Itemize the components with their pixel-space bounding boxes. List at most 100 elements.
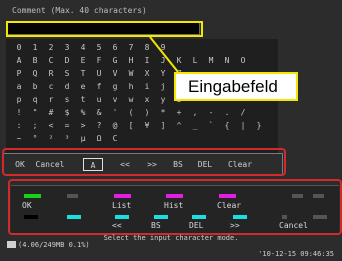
- char-key[interactable]: [187, 133, 203, 144]
- char-key[interactable]: R: [43, 68, 59, 79]
- char-key[interactable]: P: [11, 68, 27, 79]
- char-key[interactable]: I: [139, 55, 155, 66]
- char-key[interactable]: q: [27, 94, 43, 105]
- char-key[interactable]: (: [123, 107, 139, 118]
- char-key[interactable]: [219, 133, 235, 144]
- char-key[interactable]: %: [75, 107, 91, 118]
- char-key[interactable]: 5: [91, 42, 107, 53]
- char-key[interactable]: r: [43, 94, 59, 105]
- char-key[interactable]: >: [75, 120, 91, 131]
- char-key[interactable]: p: [11, 94, 27, 105]
- char-key[interactable]: 9: [155, 42, 171, 53]
- char-key[interactable]: D: [59, 55, 75, 66]
- char-key[interactable]: #: [43, 107, 59, 118]
- char-key[interactable]: ~: [11, 133, 27, 144]
- char-key[interactable]: Ω: [91, 133, 107, 144]
- char-key[interactable]: ?: [91, 120, 107, 131]
- char-key[interactable]: &: [91, 107, 107, 118]
- char-key[interactable]: [251, 107, 267, 118]
- char-key[interactable]: t: [75, 94, 91, 105]
- char-key[interactable]: _: [187, 120, 203, 131]
- char-key[interactable]: +: [171, 107, 187, 118]
- char-key[interactable]: N: [219, 55, 235, 66]
- char-key[interactable]: e: [75, 81, 91, 92]
- char-key[interactable]: J: [155, 55, 171, 66]
- char-key[interactable]: i: [139, 81, 155, 92]
- char-key[interactable]: ": [27, 107, 43, 118]
- char-key[interactable]: j: [155, 81, 171, 92]
- char-key[interactable]: ]: [155, 120, 171, 131]
- char-key[interactable]: [: [123, 120, 139, 131]
- char-key[interactable]: [267, 133, 283, 144]
- char-key[interactable]: !: [11, 107, 27, 118]
- char-key[interactable]: s: [59, 94, 75, 105]
- char-key[interactable]: C: [43, 55, 59, 66]
- char-key[interactable]: $: [59, 107, 75, 118]
- char-key[interactable]: x: [139, 94, 155, 105]
- char-key[interactable]: µ: [75, 133, 91, 144]
- char-key[interactable]: A: [11, 55, 27, 66]
- char-key[interactable]: f: [91, 81, 107, 92]
- char-key[interactable]: [251, 133, 267, 144]
- char-key[interactable]: {: [219, 120, 235, 131]
- char-key[interactable]: 2: [43, 42, 59, 53]
- char-key[interactable]: 4: [75, 42, 91, 53]
- char-key[interactable]: 0: [11, 42, 27, 53]
- char-key[interactable]: .: [219, 107, 235, 118]
- char-key[interactable]: [235, 42, 251, 53]
- char-key[interactable]: K: [171, 55, 187, 66]
- char-key[interactable]: U: [91, 68, 107, 79]
- char-key[interactable]: g: [107, 81, 123, 92]
- char-key[interactable]: T: [75, 68, 91, 79]
- char-key[interactable]: [219, 42, 235, 53]
- char-key[interactable]: [267, 107, 283, 118]
- char-key[interactable]: [251, 55, 267, 66]
- char-key[interactable]: V: [107, 68, 123, 79]
- char-key[interactable]: c: [43, 81, 59, 92]
- char-key[interactable]: [251, 42, 267, 53]
- char-key[interactable]: ': [107, 107, 123, 118]
- char-key[interactable]: °: [27, 133, 43, 144]
- char-key[interactable]: ^: [171, 120, 187, 131]
- char-key[interactable]: [267, 120, 283, 131]
- char-key[interactable]: 8: [139, 42, 155, 53]
- char-key[interactable]: [171, 42, 187, 53]
- char-key[interactable]: =: [59, 120, 75, 131]
- char-key[interactable]: -: [203, 107, 219, 118]
- char-key[interactable]: ,: [187, 107, 203, 118]
- char-key[interactable]: [123, 133, 139, 144]
- char-key[interactable]: }: [251, 120, 267, 131]
- char-key[interactable]: w: [123, 94, 139, 105]
- char-key[interactable]: ²: [43, 133, 59, 144]
- char-key[interactable]: X: [139, 68, 155, 79]
- char-key[interactable]: @: [107, 120, 123, 131]
- char-key[interactable]: 1: [27, 42, 43, 53]
- char-key[interactable]: [203, 133, 219, 144]
- char-key[interactable]: ¥: [139, 120, 155, 131]
- char-key[interactable]: a: [11, 81, 27, 92]
- char-key[interactable]: O: [235, 55, 251, 66]
- char-key[interactable]: ): [139, 107, 155, 118]
- char-key[interactable]: |: [235, 120, 251, 131]
- char-key[interactable]: [139, 133, 155, 144]
- char-key[interactable]: d: [59, 81, 75, 92]
- char-key[interactable]: Y: [155, 68, 171, 79]
- char-key[interactable]: /: [235, 107, 251, 118]
- char-key[interactable]: S: [59, 68, 75, 79]
- char-key[interactable]: W: [123, 68, 139, 79]
- char-key[interactable]: `: [203, 120, 219, 131]
- char-key[interactable]: F: [91, 55, 107, 66]
- char-key[interactable]: b: [27, 81, 43, 92]
- char-key[interactable]: 7: [123, 42, 139, 53]
- char-key[interactable]: [171, 133, 187, 144]
- char-key[interactable]: Q: [27, 68, 43, 79]
- char-key[interactable]: u: [91, 94, 107, 105]
- char-key[interactable]: ;: [27, 120, 43, 131]
- char-key[interactable]: h: [123, 81, 139, 92]
- char-key[interactable]: y: [155, 94, 171, 105]
- char-key[interactable]: v: [107, 94, 123, 105]
- char-key[interactable]: <: [43, 120, 59, 131]
- char-key[interactable]: 3: [59, 42, 75, 53]
- char-key[interactable]: L: [187, 55, 203, 66]
- char-key[interactable]: B: [27, 55, 43, 66]
